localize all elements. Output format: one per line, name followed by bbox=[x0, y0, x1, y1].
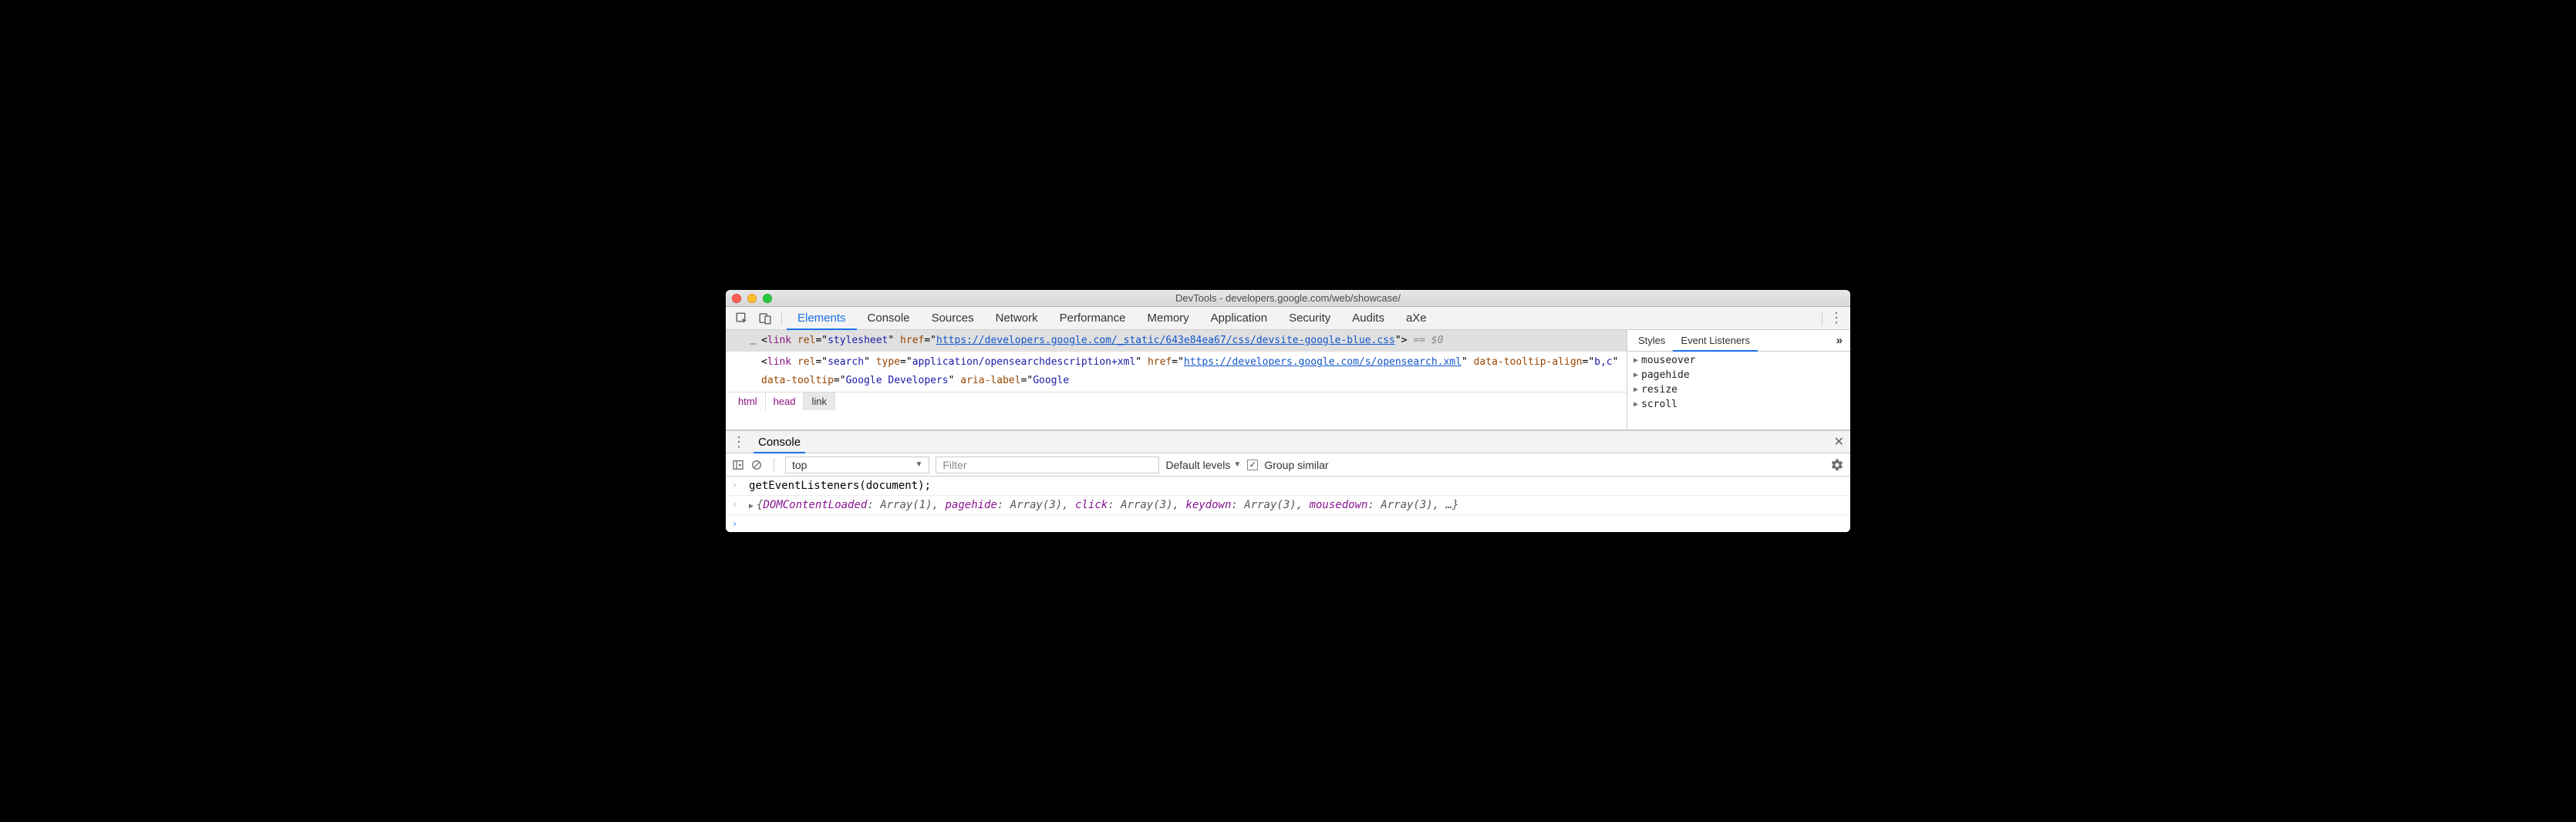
dom-node[interactable]: <link rel="search" type="application/ope… bbox=[726, 352, 1627, 392]
dropdown-icon: ▼ bbox=[915, 460, 922, 469]
console-toolbar: top ▼ Filter Default levels ▼ ✓ Group si… bbox=[726, 453, 1850, 477]
tab-memory[interactable]: Memory bbox=[1137, 307, 1200, 330]
console-sidebar-toggle-icon[interactable] bbox=[732, 459, 744, 471]
console-settings-icon[interactable] bbox=[1830, 458, 1844, 472]
console-gutter-icon: › bbox=[732, 480, 743, 490]
tab-sources[interactable]: Sources bbox=[921, 307, 985, 330]
breadcrumb-item[interactable]: html bbox=[730, 392, 766, 410]
listener-name: scroll bbox=[1641, 399, 1677, 410]
device-toolbar-icon[interactable] bbox=[754, 312, 777, 325]
clear-console-icon[interactable] bbox=[750, 459, 763, 471]
console-row[interactable]: › bbox=[726, 515, 1850, 532]
dom-tree[interactable]: …<link rel="stylesheet" href="https://de… bbox=[726, 330, 1627, 392]
console-drawer-header: ⋮ Console ✕ bbox=[726, 430, 1850, 453]
console-gutter-icon: ‹ bbox=[732, 499, 743, 510]
listener-item[interactable]: ▶pagehide bbox=[1627, 368, 1850, 382]
gutter-icon: … bbox=[744, 330, 761, 352]
tab-performance[interactable]: Performance bbox=[1049, 307, 1137, 330]
drawer-options-icon[interactable]: ⋮ bbox=[732, 434, 746, 450]
tab-console[interactable]: Console bbox=[857, 307, 921, 330]
expand-icon: ▶ bbox=[1634, 386, 1638, 394]
tab-application[interactable]: Application bbox=[1200, 307, 1278, 330]
event-listeners-list: ▶mouseover▶pagehide▶resize▶scroll bbox=[1627, 352, 1850, 413]
sidebar-more-icon[interactable]: » bbox=[1832, 334, 1847, 347]
gutter-icon bbox=[744, 352, 761, 392]
listener-item[interactable]: ▶resize bbox=[1627, 382, 1850, 397]
separator bbox=[781, 312, 782, 325]
dom-node[interactable]: …<link rel="stylesheet" href="https://de… bbox=[726, 330, 1627, 352]
more-options-icon[interactable]: ⋮ bbox=[1827, 310, 1846, 326]
breadcrumb-item[interactable]: link bbox=[804, 392, 835, 410]
listener-item[interactable]: ▶scroll bbox=[1627, 397, 1850, 412]
context-selector[interactable]: top ▼ bbox=[785, 456, 929, 473]
group-similar-label: Group similar bbox=[1264, 459, 1328, 471]
tab-axe[interactable]: aXe bbox=[1395, 307, 1438, 330]
sidebar-tabs: StylesEvent Listeners » bbox=[1627, 330, 1850, 352]
filter-input[interactable]: Filter bbox=[936, 456, 1159, 473]
tab-audits[interactable]: Audits bbox=[1341, 307, 1395, 330]
expand-icon: ▶ bbox=[1634, 356, 1638, 365]
titlebar: DevTools - developers.google.com/web/sho… bbox=[726, 290, 1850, 307]
expand-icon: ▶ bbox=[1634, 400, 1638, 409]
console-output[interactable]: ›getEventListeners(document);‹▶{DOMConte… bbox=[726, 477, 1850, 532]
elements-panel: …<link rel="stylesheet" href="https://de… bbox=[726, 330, 1627, 430]
filter-placeholder: Filter bbox=[942, 459, 966, 471]
group-similar-checkbox[interactable]: ✓ bbox=[1247, 460, 1258, 470]
window-title: DevTools - developers.google.com/web/sho… bbox=[726, 292, 1850, 304]
sidebar-panel: StylesEvent Listeners » ▶mouseover▶pageh… bbox=[1627, 330, 1850, 430]
sidebar-tab-styles[interactable]: Styles bbox=[1630, 330, 1673, 352]
breadcrumb-item[interactable]: head bbox=[766, 392, 804, 410]
dropdown-icon: ▼ bbox=[1233, 460, 1241, 469]
console-drawer-tab[interactable]: Console bbox=[754, 430, 805, 453]
expand-icon: ▶ bbox=[1634, 371, 1638, 379]
expand-icon[interactable]: ▶ bbox=[749, 502, 754, 510]
main-content: …<link rel="stylesheet" href="https://de… bbox=[726, 330, 1850, 430]
console-row[interactable]: ›getEventListeners(document); bbox=[726, 477, 1850, 496]
console-gutter-icon: › bbox=[732, 518, 743, 529]
listener-name: pagehide bbox=[1641, 369, 1690, 381]
listener-name: mouseover bbox=[1641, 355, 1695, 366]
inspect-element-icon[interactable] bbox=[730, 312, 754, 325]
tab-elements[interactable]: Elements bbox=[787, 307, 857, 330]
close-drawer-icon[interactable]: ✕ bbox=[1834, 434, 1844, 450]
breadcrumb: htmlheadlink bbox=[726, 392, 1627, 410]
tab-security[interactable]: Security bbox=[1278, 307, 1341, 330]
sidebar-tab-event-listeners[interactable]: Event Listeners bbox=[1673, 330, 1758, 352]
devtools-window: DevTools - developers.google.com/web/sho… bbox=[726, 290, 1850, 532]
main-tab-bar: ElementsConsoleSourcesNetworkPerformance… bbox=[726, 307, 1850, 330]
tab-network[interactable]: Network bbox=[985, 307, 1049, 330]
log-levels-label: Default levels bbox=[1165, 459, 1230, 471]
listener-name: resize bbox=[1641, 384, 1677, 396]
context-value: top bbox=[792, 459, 807, 471]
listener-item[interactable]: ▶mouseover bbox=[1627, 353, 1850, 368]
log-levels-selector[interactable]: Default levels ▼ bbox=[1165, 459, 1241, 471]
console-row[interactable]: ‹▶{DOMContentLoaded: Array(1), pagehide:… bbox=[726, 496, 1850, 515]
